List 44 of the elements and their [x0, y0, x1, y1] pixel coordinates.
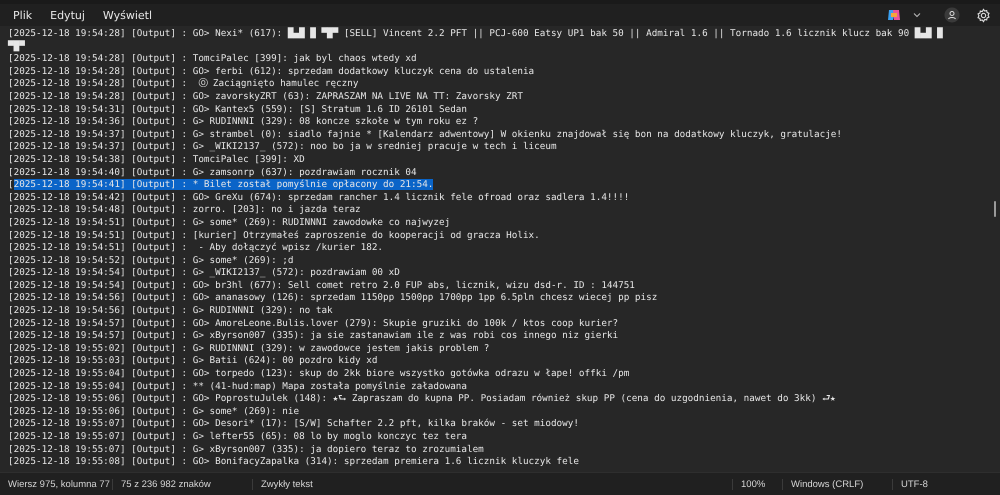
log-line: [2025-12-18 19:55:07] [Output] : GO> Desori* (17): [S/W] Schafter 2.2 pft, kilka braków - set miodowy! [8, 418, 580, 431]
log-line: [2025-12-18 19:54:52] [Output] : G> some* (269): ;d [8, 254, 294, 268]
log-line: [2025-12-18 19:54:36] [Output] : G> RUDINNNI (329): 08 koncze szkołe w tym roku ez ? [8, 116, 480, 129]
log-line: [2025-12-18 19:55:03] [Output] : G> Batii (624): 00 pozdro kidy xd [8, 355, 378, 368]
log-line: [2025-12-18 19:54:54] [Output] : G> _WIKI2137_ (572): pozdrawiam 00 xD [8, 267, 401, 280]
menu-item[interactable]: Edytuj [43, 4, 92, 26]
log-line: [2025-12-18 19:54:51] [Output] : - Aby dołączyć wpisz /kurier 182. [8, 242, 384, 255]
log-line: [2025-12-18 19:55:02] [Output] : G> RUDINNNI (329): w zawodowce jestem jakis problem ? [8, 342, 490, 356]
log-line: [2025-12-18 19:54:28] [Output] : GO> ferbi (612): sprzedam dodatkowy kluczyk cena do ustalenia [8, 66, 536, 78]
log-line: [2025-12-18 19:55:08] [Output] : GO> BonifacyZapalka (314): sprzedam premiera 1.6 licznik kluczyk fele [8, 456, 580, 469]
zoom-level: 100% [732, 478, 782, 490]
encoding: UTF-8 [892, 478, 972, 490]
log-line: [2025-12-18 19:54:31] [Output] : GO> Kantex5 (559): [S] Stratum 1.6 ID 26101 Sedan [8, 104, 468, 116]
file-format: Zwykły tekst [252, 478, 732, 490]
log-line: [2025-12-18 19:54:57] [Output] : GO> AmoreLeone.Bulis.lover (279): Skupie gruziki do 100k / ktos coop kurier? [8, 318, 620, 330]
log-line: [2025-12-18 19:55:07] [Output] : G> lefter55 (65): 08 lo by moglo konczyc tez tera [8, 431, 468, 444]
menu-item[interactable]: Plik [6, 4, 40, 26]
log-line: [2025-12-18 19:54:40] [Output] : G> zamsonrp (637): pozdrawiam rocznik 04 [8, 166, 418, 180]
scrollbar-thumb[interactable] [994, 201, 996, 217]
cursor-position: Wiersz 975, kolumna 77 [7, 478, 111, 490]
log-line: [2025-12-18 19:54:28] [Output] : TomciPalec [399]: jak byl chaos wtedy xd [8, 53, 418, 66]
log-line: [2025-12-18 19:54:28] [Output] : GO> zavorskyZRT (63): ZAPRASZAM NA LIVE NA TT: Zavorsky ZRT [8, 90, 524, 104]
log-line: [2025-12-18 19:55:06] [Output] : GO> PoprostuJulek (148): ★⮑ Zapraszam do kupna PP. Posiadam również skup PP (cena do uzgodnienia, nawet do 3kk) ⮐★ [8, 393, 837, 406]
log-line: [2025-12-18 19:54:37] [Output] : G> _WIKI2137_ (572): noo bo ja w sredniej pracuje w tech i liceum [8, 141, 558, 154]
line-ending: Windows (CRLF) [782, 478, 892, 490]
log-line: [2025-12-18 19:54:28] [Output] : GO> Nexi* (617): █▄█ █ ▀█▀ [SELL] Vincent 2.2 PFT || PCJ-600 Eatsy UP1 bak 50 || Admiral 1.6 || Tornado 1.6 licznik klucz bak 90 █▄█ █ ▀█▀ [8, 28, 944, 54]
log-line: [2025-12-18 19:54:48] [Output] : zorro. [203]: no i jazda teraz [8, 204, 362, 217]
log-line: [2025-12-18 19:54:51] [Output] : [kurier] Otrzymałeś zaproszenie do kooperacji od gracza Holix. [8, 230, 541, 242]
log-line: [2025-12-18 19:54:41] [Output] : * Bilet został pomyślnie opłacony do 21:54. [8, 179, 434, 192]
log-line: [2025-12-18 19:54:28] [Output] : ⓞ Zaciągnięto hamulec ręczny [8, 78, 360, 91]
log-line: [2025-12-18 19:54:51] [Output] : G> some* (269): RUDINNNI zawodowke co najwyzej [8, 216, 452, 230]
log-line: [2025-12-18 19:54:56] [Output] : GO> ananasowy (126): sprzedam 1150pp 1500pp 1700pp 1pp 6.5pln chcesz wiecej pp pisz [8, 292, 658, 306]
log-line: [2025-12-18 19:54:57] [Output] : G> xByrson007 (335): ja sie zastanawiam ile z was robi cos innego niz gierki [8, 330, 620, 343]
log-line: [2025-12-18 19:54:56] [Output] : G> RUDINNNI (329): no tak [8, 305, 334, 318]
log-line: [2025-12-18 19:54:54] [Output] : GO> br3hl (677): Sell comet retro 2.0 FUP abs, licznik, wizu dsd-r. ID : 144751 [8, 280, 636, 292]
log-line: [2025-12-18 19:54:38] [Output] : TomciPalec [399]: XD [8, 154, 306, 167]
character-count: 75 z 236 982 znaków [112, 478, 252, 490]
menu-item[interactable]: Wyświetl [96, 4, 160, 26]
log-line: [2025-12-18 19:55:07] [Output] : G> xByrson007 (335): ja dopiero teraz to zrozumialem [8, 444, 485, 456]
log-line: [2025-12-18 19:55:06] [Output] : G> some* (269): nie [8, 406, 300, 418]
log-line: [2025-12-18 19:54:42] [Output] : GO> GreXu (674): sprzedam rancher 1.4 licznik fele ofroad oraz sadlera 1.4!!!! [8, 192, 630, 204]
log-line: [2025-12-18 19:54:37] [Output] : G> strambel (0): siadlo fajnie * [Kalendarz adwentowy] W okienku znajdował się bon na dodatkowy kluczyk, gratulacje! [8, 128, 843, 142]
log-line: [2025-12-18 19:55:04] [Output] : ** (41-hud:map) Mapa została pomyślnie załadowana [8, 380, 468, 394]
log-line: [2025-12-18 19:55:04] [Output] : GO> torpedo (123): skup do 2kk biore wszystko gotówka odrazu w łape! offki /pm [8, 368, 630, 381]
